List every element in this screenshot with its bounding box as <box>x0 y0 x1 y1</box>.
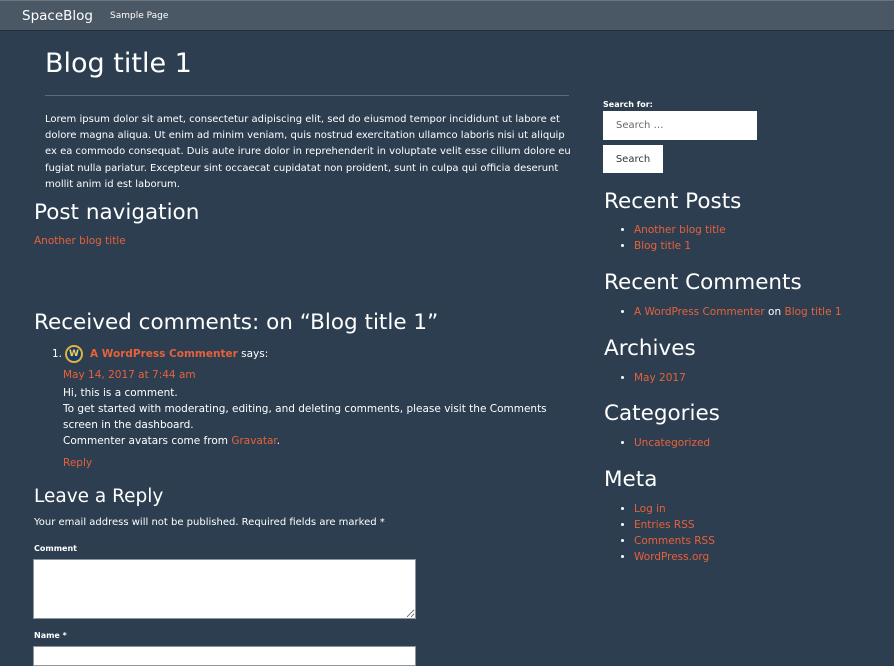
comment-author: A WordPress Commenter says: <box>90 348 268 360</box>
meta-list: Log in Entries RSS Comments RSS WordPres… <box>604 501 715 565</box>
recent-comment-post-link[interactable]: Blog title 1 <box>784 306 841 318</box>
comment-textarea[interactable] <box>33 559 416 619</box>
list-item: Comments RSS <box>634 533 715 549</box>
reply-required-note: Your email address will not be published… <box>34 517 385 528</box>
recent-posts-list: Another blog title Blog title 1 <box>604 222 726 254</box>
title-divider <box>45 95 569 96</box>
comment-line: Hi, this is a comment. <box>63 387 178 399</box>
search-button[interactable]: Search <box>603 145 663 173</box>
list-item: Blog title 1 <box>634 238 726 254</box>
recent-comments-title: Recent Comments <box>604 270 802 295</box>
categories-list: Uncategorized <box>604 435 710 451</box>
recent-comments-list: A WordPress Commenter on Blog title 1 <box>604 304 842 320</box>
wordpress-avatar-icon: W <box>65 345 83 363</box>
recent-comment-author-link[interactable]: A WordPress Commenter <box>634 306 765 318</box>
comment-body: Hi, this is a comment. To get started wi… <box>63 385 578 449</box>
comment-line: To get started with moderating, editing,… <box>63 403 547 431</box>
category-link[interactable]: Uncategorized <box>634 437 710 449</box>
comments-rss-link[interactable]: Comments RSS <box>634 535 715 547</box>
comment-line: Commenter avatars come from Gravatar. <box>63 433 578 449</box>
recent-post-link[interactable]: Blog title 1 <box>634 240 691 252</box>
name-input[interactable] <box>33 646 416 666</box>
entries-rss-link[interactable]: Entries RSS <box>634 519 695 531</box>
comment-line-suffix: . <box>276 435 281 447</box>
archive-link[interactable]: May 2017 <box>634 372 686 384</box>
list-item: A WordPress Commenter on Blog title 1 <box>634 304 842 320</box>
categories-title: Categories <box>604 401 720 426</box>
comments-heading: Received comments: on “Blog title 1” <box>34 310 439 335</box>
recent-comment-on-label: on <box>768 306 782 318</box>
recent-posts-title: Recent Posts <box>604 189 742 214</box>
archives-list: May 2017 <box>604 370 686 386</box>
login-link[interactable]: Log in <box>634 503 666 515</box>
comment-line-prefix: Commenter avatars come from <box>63 435 232 447</box>
meta-title: Meta <box>604 467 658 492</box>
post-navigation-heading: Post navigation <box>34 200 200 225</box>
wordpress-org-link[interactable]: WordPress.org <box>634 551 709 563</box>
comment-reply-link[interactable]: Reply <box>63 457 92 469</box>
nav-sample-page-link[interactable]: Sample Page <box>110 11 168 21</box>
list-item: Uncategorized <box>634 435 710 451</box>
post-title: Blog title 1 <box>45 48 192 79</box>
site-brand-link[interactable]: SpaceBlog <box>22 8 93 24</box>
post-content: Lorem ipsum dolor sit amet, consectetur … <box>45 114 571 190</box>
list-item: May 2017 <box>634 370 686 386</box>
comment-date-link[interactable]: May 14, 2017 at 7:44 am <box>63 369 196 381</box>
search-input[interactable] <box>603 111 757 140</box>
list-item: WordPress.org <box>634 549 715 565</box>
comment-field-label: Comment <box>34 544 77 553</box>
comment-author-link[interactable]: A WordPress Commenter <box>90 348 238 360</box>
list-item: Another blog title <box>634 222 726 238</box>
comment-number: 1. <box>52 348 63 360</box>
list-item: Entries RSS <box>634 517 715 533</box>
comment-says-label: says: <box>241 348 269 360</box>
top-navbar: SpaceBlog Sample Page <box>0 0 894 31</box>
recent-post-link[interactable]: Another blog title <box>634 224 726 236</box>
name-field-label: Name * <box>34 631 67 640</box>
list-item: Log in <box>634 501 715 517</box>
previous-post-link[interactable]: Another blog title <box>34 235 126 247</box>
archives-title: Archives <box>604 336 696 361</box>
gravatar-link[interactable]: Gravatar <box>231 435 276 447</box>
leave-reply-heading: Leave a Reply <box>34 486 164 507</box>
search-label: Search for: <box>603 100 653 109</box>
